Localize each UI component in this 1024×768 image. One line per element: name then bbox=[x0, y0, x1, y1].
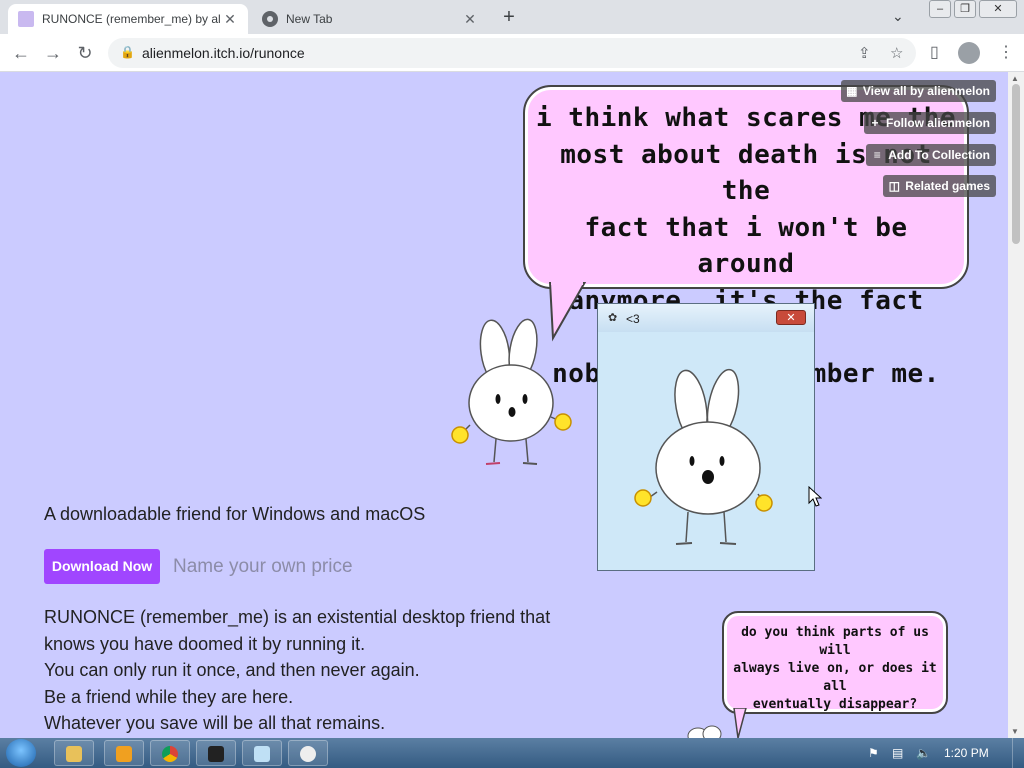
game-description: RUNONCE (remember_me) is an existential … bbox=[44, 604, 604, 737]
bookmark-star-icon[interactable]: ☆ bbox=[890, 44, 903, 62]
bunny-app-icon: ✿ bbox=[608, 312, 618, 324]
bunny-ear-peek bbox=[687, 725, 722, 738]
close-tab-icon[interactable]: ✕ bbox=[462, 11, 478, 28]
collection-icon: ≡ bbox=[873, 148, 881, 162]
bunny-app-icon bbox=[300, 745, 316, 762]
taskbar-notepad[interactable] bbox=[242, 740, 282, 766]
back-arrow-icon[interactable]: ← bbox=[8, 40, 34, 66]
view-all-button[interactable]: ▦ View all by alienmelon bbox=[840, 80, 996, 102]
window-close-button[interactable]: ✕ bbox=[979, 0, 1017, 18]
mouse-cursor-icon bbox=[808, 486, 822, 507]
scroll-down-icon[interactable]: ▼ bbox=[1011, 727, 1019, 736]
taskbar-explorer[interactable] bbox=[54, 740, 94, 766]
taskbar-media-player[interactable] bbox=[104, 740, 144, 766]
speech-line: do you think parts of us will bbox=[741, 625, 929, 658]
share-icon[interactable]: ⇪ bbox=[858, 44, 871, 62]
chrome-icon bbox=[162, 745, 178, 762]
scrollbar-thumb[interactable] bbox=[1012, 84, 1020, 244]
maximize-button[interactable]: ❐ bbox=[954, 0, 976, 18]
description-line: Whatever you save will be all that remai… bbox=[44, 713, 386, 733]
minimize-button[interactable]: – bbox=[929, 0, 951, 18]
follow-button[interactable]: + Follow alienmelon bbox=[863, 112, 996, 134]
speech-bubble-small: do you think parts of us will always liv… bbox=[722, 611, 948, 714]
menu-kebab-icon[interactable]: ⋮ bbox=[998, 42, 1014, 62]
profile-avatar-icon[interactable] bbox=[958, 42, 980, 64]
taskbar-runonce[interactable] bbox=[288, 740, 328, 766]
folder-icon bbox=[66, 745, 82, 762]
tab-search-chevron-icon[interactable]: ⌄ bbox=[892, 8, 904, 25]
flag-tray-icon[interactable]: ⚑ bbox=[868, 746, 879, 760]
taskbar-clock[interactable]: 1:20 PM bbox=[944, 746, 989, 760]
network-tray-icon[interactable]: ▤ bbox=[892, 746, 903, 760]
add-to-collection-button[interactable]: ≡ Add To Collection bbox=[866, 144, 996, 166]
7zip-icon bbox=[208, 745, 224, 762]
tagline: A downloadable friend for Windows and ma… bbox=[44, 504, 426, 524]
download-now-button[interactable]: Download Now bbox=[44, 549, 160, 584]
taskbar-chrome[interactable] bbox=[150, 740, 190, 766]
page-scrollbar[interactable]: ▲ ▼ bbox=[1008, 72, 1024, 738]
itch-page: i think what scares me the most about de… bbox=[0, 72, 1008, 738]
scroll-up-icon[interactable]: ▲ bbox=[1011, 74, 1019, 83]
app-window-title: <3 bbox=[626, 312, 640, 326]
related-games-button[interactable]: ◫ Related games bbox=[883, 175, 996, 197]
address-bar[interactable]: 🔒 alienmelon.itch.io/runonce ⇪ ☆ bbox=[108, 38, 916, 68]
notepad-icon bbox=[254, 745, 270, 762]
description-line: You can only run it once, and then never… bbox=[44, 660, 420, 680]
new-tab-button[interactable]: + bbox=[496, 6, 522, 30]
tab-strip: RUNONCE (remember_me) by al ✕ New Tab ✕ … bbox=[0, 0, 1024, 34]
tab-new-tab[interactable]: New Tab ✕ bbox=[252, 4, 488, 34]
reload-icon[interactable]: ↻ bbox=[72, 40, 98, 66]
tab-title: New Tab bbox=[286, 12, 333, 26]
speech-line: eventually disappear? bbox=[752, 697, 918, 712]
windows-taskbar: ⚑ ▤ 🔈 1:20 PM bbox=[0, 738, 1024, 768]
price-text: Name your own price bbox=[173, 556, 353, 577]
speech-line: fact that i won't be around bbox=[584, 212, 908, 280]
app-window-titlebar[interactable]: ✿ <3 ✕ bbox=[598, 304, 814, 332]
start-button-icon[interactable] bbox=[6, 739, 36, 767]
bunny-in-window bbox=[634, 368, 773, 545]
bunny-character bbox=[451, 318, 572, 465]
description-line: Be a friend while they are here. bbox=[44, 686, 294, 707]
lock-icon: 🔒 bbox=[120, 45, 135, 59]
media-player-icon bbox=[116, 745, 132, 762]
volume-tray-icon[interactable]: 🔈 bbox=[916, 746, 931, 760]
tab-runonce[interactable]: RUNONCE (remember_me) by al ✕ bbox=[8, 4, 248, 34]
description-line: knows you have doomed it by running it. bbox=[44, 633, 366, 654]
close-tab-icon[interactable]: ✕ bbox=[222, 11, 238, 28]
forward-arrow-icon[interactable]: → bbox=[40, 40, 66, 66]
itch-favicon-icon bbox=[18, 11, 34, 27]
related-icon: ◫ bbox=[888, 179, 900, 193]
taskbar-7zip[interactable] bbox=[196, 740, 236, 766]
speech-line: always live on, or does it all bbox=[733, 661, 937, 694]
side-panel-icon[interactable]: ▯ bbox=[930, 42, 939, 62]
description-line: RUNONCE (remember_me) is an existential … bbox=[44, 607, 551, 627]
url-text: alienmelon.itch.io/runonce bbox=[142, 45, 305, 61]
follow-icon: + bbox=[871, 116, 879, 130]
app-window-close-button[interactable]: ✕ bbox=[776, 310, 806, 325]
runonce-app-window[interactable]: ✿ <3 ✕ bbox=[597, 303, 815, 571]
tab-title: RUNONCE (remember_me) by al bbox=[42, 12, 221, 26]
chrome-favicon-icon bbox=[262, 11, 278, 27]
browser-toolbar: ← → ↻ 🔒 alienmelon.itch.io/runonce ⇪ ☆ ▯… bbox=[0, 34, 1024, 72]
grid-icon: ▦ bbox=[846, 84, 858, 98]
show-desktop-button[interactable] bbox=[1012, 738, 1024, 768]
